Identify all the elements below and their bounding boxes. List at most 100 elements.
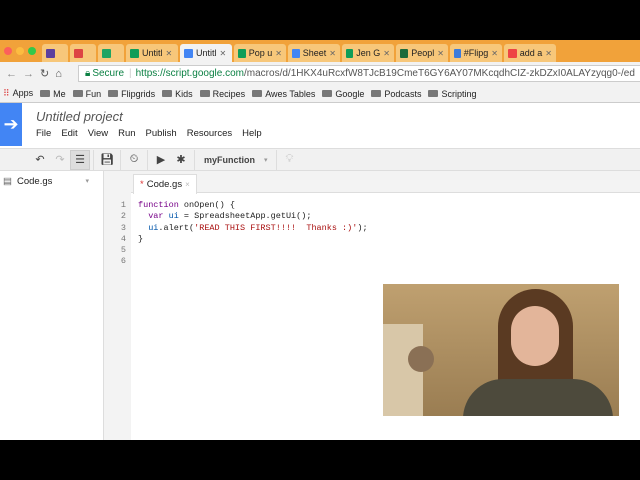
lightbulb-icon[interactable]: 💡︎	[280, 150, 300, 170]
folder-icon	[322, 89, 333, 97]
menu-file[interactable]: File	[36, 128, 51, 139]
menu-view[interactable]: View	[88, 128, 108, 139]
indent-icon[interactable]: ☰	[70, 149, 90, 170]
close-tab-icon[interactable]: ✕	[383, 49, 390, 58]
code-line: 5	[104, 245, 368, 256]
favicon-icon	[184, 48, 193, 58]
chevron-down-icon[interactable]: ▾	[264, 156, 268, 164]
bookmark-item[interactable]: Podcasts	[371, 89, 421, 99]
redo-icon[interactable]: ↷	[50, 150, 70, 170]
close-tab-icon[interactable]: ✕	[329, 49, 336, 58]
code-line: 3 ui.alert('READ THIS FIRST!!!! Thanks :…	[104, 223, 368, 234]
bookmark-item[interactable]: Flipgrids	[108, 89, 155, 99]
close-tab-icon[interactable]: ✕	[166, 49, 173, 58]
folder-icon	[428, 89, 439, 97]
tab-title: add a	[519, 48, 543, 58]
favicon-icon	[346, 48, 354, 58]
close-tab-icon[interactable]: ✕	[275, 49, 282, 58]
url-input[interactable]: 🔒︎ Secure | https://script.google.com /m…	[78, 65, 640, 82]
file-list-panel: ▤ Code.gs ▾	[0, 171, 104, 440]
bookmark-item[interactable]: Awes Tables	[252, 89, 315, 99]
favicon-icon	[400, 48, 409, 58]
code-text: var ui = SpreadsheetApp.getUi();	[148, 211, 312, 222]
close-tab-icon[interactable]: ✕	[437, 49, 444, 58]
run-icon[interactable]: ▶	[151, 150, 171, 170]
bookmark-label: Apps	[12, 88, 34, 98]
tab-title: #Flipg	[463, 48, 489, 58]
bookmark-label: Fun	[85, 88, 102, 99]
code-text: ui.alert('READ THIS FIRST!!!! Thanks :)'…	[148, 222, 368, 233]
browser-tab[interactable]: Untitl ✕	[180, 44, 232, 62]
bookmark-label: Scripting	[441, 88, 477, 99]
tab-title: Untitl	[142, 48, 163, 58]
close-window-button[interactable]	[4, 47, 12, 55]
browser-tab[interactable]	[70, 44, 96, 62]
reload-icon[interactable]: ↻	[40, 67, 49, 80]
bookmark-label: Kids	[175, 88, 193, 99]
browser-tab[interactable]: Peopl ✕	[396, 44, 448, 62]
favicon-icon	[454, 48, 461, 58]
menu-run[interactable]: Run	[118, 128, 135, 139]
favicon-icon	[74, 48, 83, 58]
triggers-clock-icon[interactable]: ⏲︎	[124, 150, 144, 170]
close-tab-icon[interactable]: ✕	[220, 49, 227, 58]
menu-edit[interactable]: Edit	[61, 128, 77, 139]
bookmarks-bar: ⠿ Apps Me Fun Flipgrids Kids Recipes Awes Table…	[0, 85, 640, 103]
folder-icon	[252, 89, 263, 97]
code-line: 4}	[104, 234, 368, 245]
browser-tab[interactable]: Sheet ✕	[288, 44, 340, 62]
favicon-icon	[46, 48, 55, 58]
bookmark-label: Recipes	[212, 88, 246, 99]
home-icon[interactable]: ⌂	[55, 68, 62, 80]
folder-icon	[40, 89, 51, 97]
code-editor[interactable]: 1 function onOpen() {2 var ui = Spreadshe…	[104, 200, 368, 268]
tab-title: Jen G	[356, 48, 381, 58]
tab-title: Pop u	[248, 48, 273, 58]
debug-bug-icon[interactable]: ✱	[171, 150, 191, 170]
tab-title: Untitl	[196, 48, 217, 58]
back-icon[interactable]: ←	[6, 68, 17, 80]
bookmark-item[interactable]: Fun	[72, 88, 102, 99]
project-title[interactable]: Untitled project	[36, 109, 123, 124]
bookmark-item[interactable]: Me	[40, 89, 66, 99]
menu-publish[interactable]: Publish	[146, 128, 177, 139]
menu-help[interactable]: Help	[242, 128, 262, 139]
browser-tab[interactable]	[98, 44, 124, 62]
tab-label: Code.gs	[146, 179, 183, 190]
bookmark-item[interactable]: Scripting	[428, 89, 476, 99]
function-select[interactable]: myFunction	[204, 155, 264, 165]
code-line: 2 var ui = SpreadsheetApp.getUi();	[104, 211, 368, 222]
browser-tab[interactable]: Pop u ✕	[234, 44, 286, 62]
line-number: 2	[120, 211, 126, 222]
window-controls	[0, 47, 42, 62]
browser-tab[interactable]: add a ✕	[504, 44, 556, 62]
tab-code-gs[interactable]: * Code.gs ×	[133, 174, 197, 194]
minimize-window-button[interactable]	[16, 47, 24, 55]
close-tab-icon[interactable]: ✕	[491, 49, 498, 58]
browser-tab[interactable]: Untitl ✕	[126, 44, 178, 62]
bookmark-item[interactable]: Google	[322, 89, 364, 99]
browser-tab[interactable]	[42, 44, 68, 62]
undo-icon[interactable]: ↶	[30, 150, 50, 170]
bookmark-item[interactable]: Kids	[162, 89, 193, 99]
file-name: Code.gs	[16, 175, 53, 187]
close-tab-icon[interactable]: ×	[185, 180, 190, 189]
line-number: 4	[120, 233, 126, 244]
maximize-window-button[interactable]	[28, 47, 36, 55]
browser-tab[interactable]: Jen G ✕	[342, 44, 394, 62]
favicon-icon	[508, 48, 517, 58]
file-item-code-gs[interactable]: ▤ Code.gs ▾	[0, 171, 103, 191]
bookmark-item[interactable]: Recipes	[199, 88, 246, 99]
file-menu-chevron-icon[interactable]: ▾	[85, 177, 89, 185]
unsaved-marker: *	[140, 179, 144, 190]
close-tab-icon[interactable]: ✕	[545, 49, 552, 58]
forward-icon[interactable]: →	[23, 68, 34, 80]
browser-tab[interactable]: #Flipg ✕	[450, 44, 502, 62]
bookmark-label: Podcasts	[384, 88, 422, 99]
code-text: }	[138, 233, 144, 244]
menu-resources[interactable]: Resources	[187, 128, 232, 139]
bookmark-item[interactable]: ⠿ Apps	[3, 88, 33, 99]
apps-script-logo-icon[interactable]: ➔	[0, 103, 22, 146]
code-text: function onOpen() {	[138, 200, 235, 210]
save-icon[interactable]: 💾︎	[97, 150, 117, 170]
